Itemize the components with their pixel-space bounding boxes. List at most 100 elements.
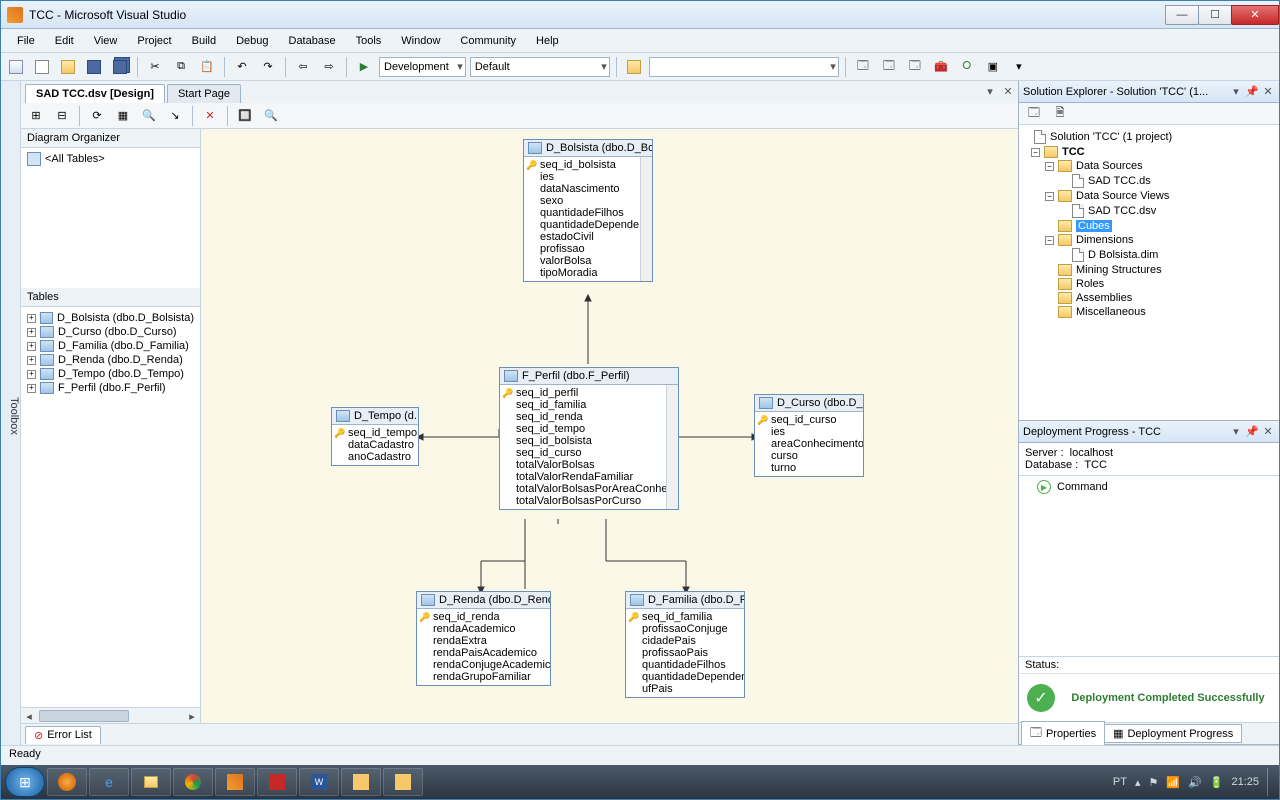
column[interactable]: quantidadeDepende... — [524, 219, 652, 231]
menu-debug[interactable]: Debug — [228, 33, 276, 49]
task-chrome[interactable] — [173, 768, 213, 796]
save-all-icon[interactable] — [109, 56, 131, 78]
task-vs[interactable] — [215, 768, 255, 796]
properties-icon[interactable]: 🗔 — [1023, 103, 1045, 125]
close-panel-icon[interactable]: ✕ — [1261, 425, 1275, 439]
zoom-dropdown-icon[interactable]: 🔍 — [260, 105, 282, 127]
column[interactable]: seq_id_familia — [626, 611, 744, 623]
maximize-button[interactable]: ☐ — [1198, 5, 1232, 25]
open-icon[interactable] — [57, 56, 79, 78]
column[interactable]: rendaExtra — [417, 635, 550, 647]
folder-dimensions[interactable]: −Dimensions — [1021, 233, 1277, 247]
column[interactable]: totalValorBolsasPorAreaConheci... — [500, 483, 678, 495]
project-node[interactable]: −TCC — [1021, 145, 1277, 159]
battery-icon[interactable]: 🔋 — [1210, 776, 1224, 789]
menu-view[interactable]: View — [86, 33, 126, 49]
column[interactable]: anoCadastro — [332, 451, 418, 463]
entity-d-curso[interactable]: D_Curso (dbo.D_... seq_id_curso ies area… — [754, 394, 864, 477]
entity-d-bolsista[interactable]: D_Bolsista (dbo.D_Bols... seq_id_bolsist… — [523, 139, 653, 282]
add-table-icon[interactable]: ⊞ — [25, 105, 47, 127]
entity-d-familia[interactable]: D_Familia (dbo.D_Fa... seq_id_familia pr… — [625, 591, 745, 698]
column[interactable]: seq_id_bolsista — [500, 435, 678, 447]
table-item[interactable]: +D_Curso (dbo.D_Curso) — [25, 325, 196, 339]
column[interactable]: totalValorRendaFamiliar — [500, 471, 678, 483]
menu-edit[interactable]: Edit — [47, 33, 82, 49]
close-button[interactable]: ✕ — [1231, 5, 1279, 25]
command-window-icon[interactable]: ▣ — [982, 56, 1004, 78]
object-browser-icon[interactable]: 🗔 — [904, 56, 926, 78]
column[interactable]: estadoCivil — [524, 231, 652, 243]
entity-f-perfil[interactable]: F_Perfil (dbo.F_Perfil) seq_id_perfil se… — [499, 367, 679, 510]
folder-misc[interactable]: Miscellaneous — [1021, 305, 1277, 319]
table-item[interactable]: +D_Bolsista (dbo.D_Bolsista) — [25, 311, 196, 325]
column[interactable]: seq_id_renda — [500, 411, 678, 423]
table-item[interactable]: +F_Perfil (dbo.F_Perfil) — [25, 381, 196, 395]
task-firefox[interactable] — [47, 768, 87, 796]
column[interactable]: seq_id_perfil — [500, 387, 678, 399]
tab-start-page[interactable]: Start Page — [167, 84, 241, 103]
tab-dropdown-icon[interactable]: ▾ — [982, 83, 998, 99]
column[interactable]: rendaConjugeAcademico — [417, 659, 550, 671]
entity-scrollbar[interactable] — [666, 385, 678, 509]
new-project-icon[interactable] — [5, 56, 27, 78]
column[interactable]: cidadePais — [626, 635, 744, 647]
entity-d-tempo[interactable]: D_Tempo (d... seq_id_tempo dataCadastro … — [331, 407, 419, 466]
column[interactable]: turno — [755, 462, 863, 474]
clock[interactable]: 21:25 — [1231, 776, 1259, 788]
tab-active[interactable]: SAD TCC.dsv [Design] — [25, 84, 165, 103]
lang-indicator[interactable]: PT — [1113, 776, 1127, 788]
column[interactable]: sexo — [524, 195, 652, 207]
menu-build[interactable]: Build — [184, 33, 224, 49]
column[interactable]: tipoMoradia — [524, 267, 652, 279]
delete-icon[interactable]: ✕ — [199, 105, 221, 127]
tab-close-icon[interactable]: ✕ — [1000, 83, 1016, 99]
solution-explorer-icon[interactable]: 🗔 — [852, 56, 874, 78]
menu-tools[interactable]: Tools — [348, 33, 390, 49]
menu-file[interactable]: File — [9, 33, 43, 49]
action-center-icon[interactable]: ⚑ — [1148, 776, 1158, 789]
overflow-icon[interactable]: ▾ — [1008, 56, 1030, 78]
column[interactable]: seq_id_bolsista — [524, 159, 652, 171]
properties-icon[interactable]: 🗔 — [878, 56, 900, 78]
folder-data-sources[interactable]: −Data Sources — [1021, 159, 1277, 173]
start-button[interactable]: ⊞ — [5, 767, 45, 797]
column[interactable]: seq_id_curso — [500, 447, 678, 459]
column[interactable]: totalValorBolsas — [500, 459, 678, 471]
column[interactable]: rendaAcademico — [417, 623, 550, 635]
column[interactable]: totalValorBolsasPorCurso — [500, 495, 678, 507]
folder-dsv[interactable]: −Data Source Views — [1021, 189, 1277, 203]
deploy-command-item[interactable]: ▶ Command — [1023, 480, 1275, 494]
platform-combo[interactable]: Default — [470, 57, 610, 77]
entity-scrollbar[interactable] — [640, 157, 652, 281]
solution-root[interactable]: Solution 'TCC' (1 project) — [1021, 129, 1277, 145]
tab-deployment-progress[interactable]: ▦Deployment Progress — [1104, 724, 1242, 743]
column[interactable]: valorBolsa — [524, 255, 652, 267]
folder-assemblies[interactable]: Assemblies — [1021, 291, 1277, 305]
menu-community[interactable]: Community — [452, 33, 524, 49]
volume-icon[interactable]: 🔊 — [1188, 776, 1202, 789]
column[interactable]: areaConhecimento — [755, 438, 863, 450]
find-icon[interactable] — [623, 56, 645, 78]
left-pane-hscroll[interactable]: ◂ ▸ — [21, 707, 200, 723]
item-dim[interactable]: D Bolsista.dim — [1021, 247, 1277, 263]
dsv-diagram-canvas[interactable]: D_Bolsista (dbo.D_Bols... seq_id_bolsist… — [201, 129, 1018, 723]
error-list-tab[interactable]: ⊘ Error List — [25, 726, 101, 744]
menu-project[interactable]: Project — [129, 33, 179, 49]
column[interactable]: dataCadastro — [332, 439, 418, 451]
zoom-icon[interactable]: 🔲 — [234, 105, 256, 127]
save-icon[interactable] — [83, 56, 105, 78]
config-combo[interactable]: Development — [379, 57, 466, 77]
folder-mining[interactable]: Mining Structures — [1021, 263, 1277, 277]
column[interactable]: dataNascimento — [524, 183, 652, 195]
pin-icon[interactable]: 📌 — [1245, 425, 1259, 439]
column[interactable]: ufPais — [626, 683, 744, 695]
nav-back-icon[interactable]: ⇦ — [292, 56, 314, 78]
tab-properties[interactable]: 🗔Properties — [1021, 721, 1105, 746]
tray-up-icon[interactable]: ▴ — [1135, 776, 1141, 789]
task-pdf[interactable] — [257, 768, 297, 796]
task-app1[interactable] — [341, 768, 381, 796]
task-ie[interactable]: e — [89, 768, 129, 796]
cut-icon[interactable]: ✂ — [144, 56, 166, 78]
pin-icon[interactable]: 📌 — [1245, 85, 1259, 99]
column[interactable]: seq_id_curso — [755, 414, 863, 426]
